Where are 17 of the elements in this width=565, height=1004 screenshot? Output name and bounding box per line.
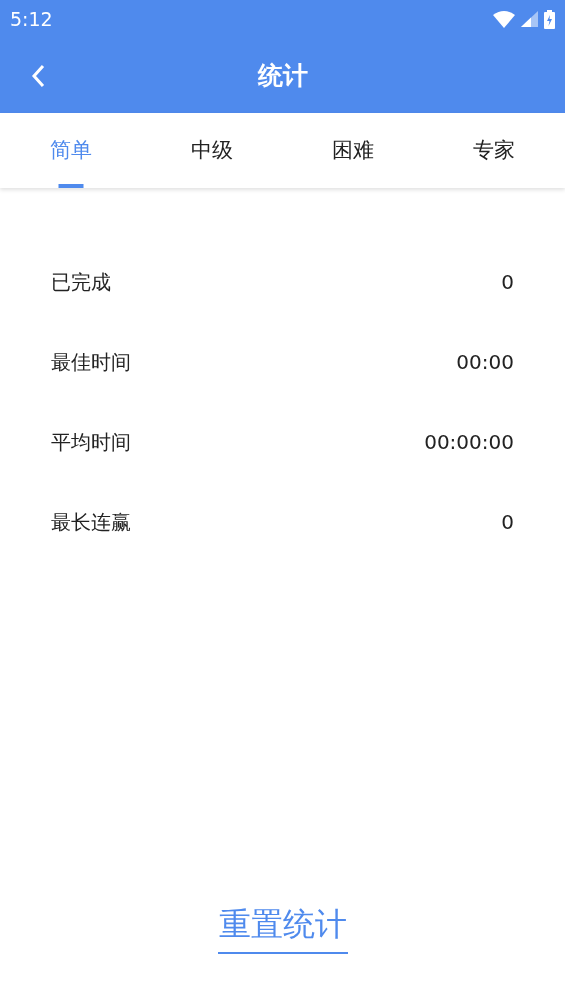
difficulty-tab[interactable]: 困难 [282,113,424,188]
signal-icon [521,11,538,27]
stat-value: 0 [501,269,514,296]
difficulty-tab[interactable]: 中级 [141,113,283,188]
stat-label: 最佳时间 [51,349,131,376]
stat-label: 已完成 [51,269,111,296]
stat-label: 平均时间 [51,429,131,456]
stat-label: 最长连赢 [51,509,131,536]
status-time: 5:12 [10,6,53,32]
stat-value: 0 [501,509,514,536]
screen-title: 统计 [257,59,308,92]
back-icon [31,64,45,88]
difficulty-tab[interactable]: 专家 [423,113,565,188]
stat-value: 00:00 [456,349,514,376]
wifi-icon [493,10,515,28]
stat-value: 00:00:00 [424,429,514,456]
battery-icon [544,9,555,29]
